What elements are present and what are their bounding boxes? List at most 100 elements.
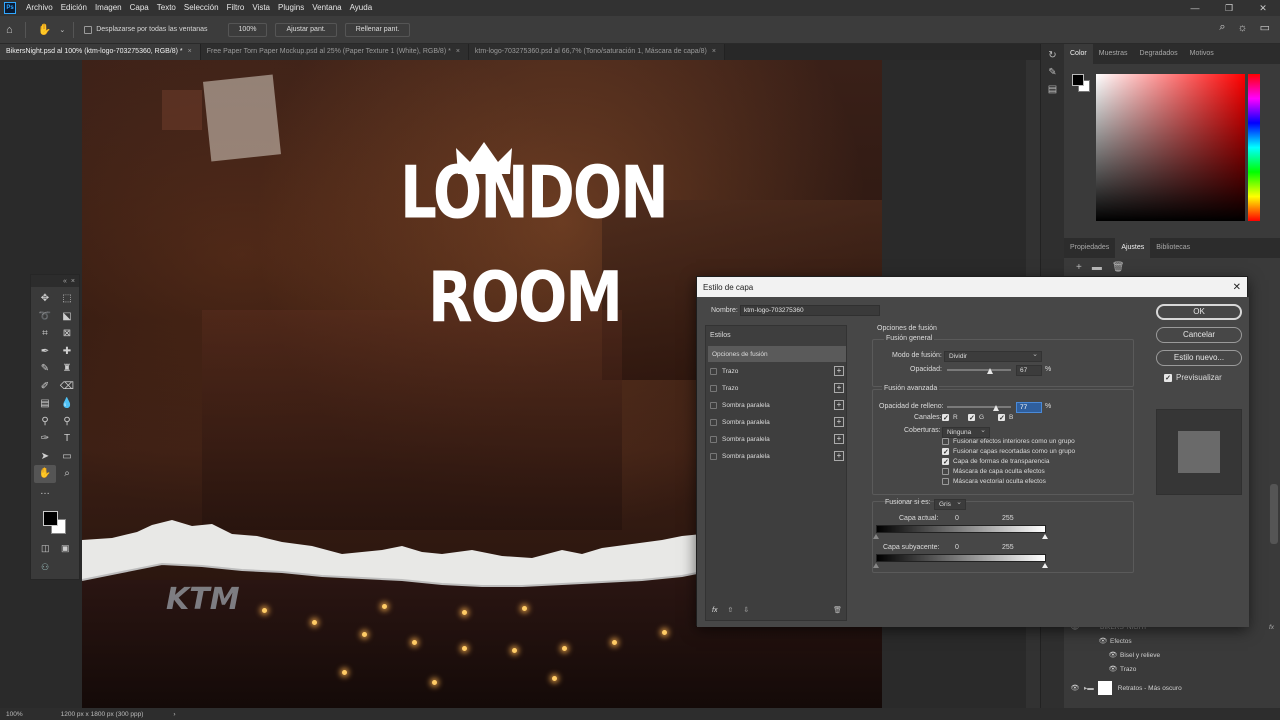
- current-layer-black-marker[interactable]: [873, 534, 879, 539]
- tab-patterns[interactable]: Motivos: [1184, 44, 1220, 64]
- layer-effect-row[interactable]: 👁 Bisel y relieve: [1064, 648, 1280, 662]
- frame-tool-icon[interactable]: ⊠: [56, 325, 78, 343]
- fit-screen-button[interactable]: Ajustar pant.: [275, 22, 337, 37]
- stamp-tool-icon[interactable]: ♜: [56, 360, 78, 378]
- share-icon[interactable]: ⚇: [41, 562, 49, 573]
- home-icon[interactable]: ⌂: [0, 24, 19, 36]
- style-row[interactable]: Trazo +: [706, 380, 848, 396]
- dodge-tool-icon[interactable]: ⚲: [34, 413, 56, 431]
- menu-imagen[interactable]: Imagen: [91, 0, 126, 16]
- tab-adjustments[interactable]: Ajustes: [1115, 238, 1151, 258]
- history-icon[interactable]: ↻: [1041, 50, 1064, 61]
- preview-checkbox[interactable]: [1164, 373, 1172, 382]
- underlying-layer-gradient[interactable]: [876, 554, 1046, 562]
- hue-slider[interactable]: [1248, 74, 1260, 221]
- close-icon[interactable]: ✕: [1246, 0, 1280, 16]
- arrow-down-icon[interactable]: ⇩: [743, 606, 749, 614]
- marquee-tool-icon[interactable]: ⬚: [56, 290, 78, 308]
- trash-icon[interactable]: 🗑: [833, 606, 842, 614]
- more-tools-icon[interactable]: …: [34, 483, 56, 501]
- trash-icon[interactable]: 🗑: [1112, 262, 1125, 273]
- minimize-icon[interactable]: —: [1178, 0, 1212, 16]
- close-icon[interactable]: ×: [712, 48, 716, 55]
- menu-plugins[interactable]: Plugins: [274, 0, 308, 16]
- add-style-icon[interactable]: +: [834, 400, 844, 410]
- add-style-icon[interactable]: +: [834, 417, 844, 427]
- advanced-option[interactable]: Capa de formas de transparencia: [942, 458, 1049, 465]
- arrow-up-icon[interactable]: ⇧: [727, 606, 733, 614]
- advanced-option[interactable]: Fusionar efectos interiores como un grup…: [942, 438, 1075, 445]
- opacity-input[interactable]: 67: [1016, 365, 1042, 376]
- style-checkbox[interactable]: [710, 367, 717, 375]
- layer-name-input[interactable]: ktm-logo-703275360: [740, 305, 880, 316]
- advanced-option-checkbox[interactable]: [942, 458, 949, 465]
- hand-tool-icon[interactable]: ✋: [34, 465, 56, 483]
- folder-icon[interactable]: ▬: [1092, 262, 1102, 273]
- preview-toggle[interactable]: Previsualizar: [1164, 373, 1222, 382]
- blur-tool-icon[interactable]: 💧: [56, 395, 78, 413]
- new-style-button[interactable]: Estilo nuevo...: [1156, 350, 1242, 366]
- eye-icon[interactable]: 👁: [1070, 684, 1080, 692]
- eye-icon[interactable]: 👁: [1108, 651, 1118, 659]
- color-picker-field[interactable]: [1096, 74, 1245, 221]
- tab-swatches[interactable]: Muestras: [1093, 44, 1134, 64]
- color-swatches[interactable]: [43, 511, 69, 537]
- zoom-readout[interactable]: 100%: [6, 711, 23, 718]
- tab-paper-mockup[interactable]: Free Paper Torn Paper Mockup.psd al 25% …: [200, 44, 469, 60]
- underlying-layer-white-marker[interactable]: [1042, 563, 1048, 568]
- lightbulb-icon[interactable]: ☼: [1238, 22, 1248, 34]
- opacity-slider-thumb[interactable]: [986, 368, 993, 374]
- menu-vista[interactable]: Vista: [248, 0, 274, 16]
- style-row[interactable]: Sombra paralela +: [706, 414, 848, 430]
- close-icon[interactable]: ×: [456, 48, 460, 55]
- styles-header[interactable]: Estilos: [710, 332, 731, 339]
- history-brush-icon[interactable]: ✐: [34, 378, 56, 396]
- advanced-option[interactable]: Máscara vectorial oculta efectos: [942, 478, 1046, 485]
- tab-properties[interactable]: Propiedades: [1064, 238, 1115, 258]
- collapse-icon[interactable]: «: [63, 278, 67, 285]
- menu-archivo[interactable]: Archivo: [22, 0, 57, 16]
- screen-mode-icon[interactable]: ▣: [61, 543, 70, 554]
- brush-tool-icon[interactable]: ✎: [34, 360, 56, 378]
- fill-opacity-slider-thumb[interactable]: [993, 405, 1000, 411]
- object-select-tool-icon[interactable]: ⬕: [56, 308, 78, 326]
- current-layer-white-marker[interactable]: [1042, 534, 1048, 539]
- style-checkbox[interactable]: [710, 401, 717, 409]
- chevron-down-icon[interactable]: ⌄: [57, 26, 67, 34]
- channel-r-checkbox[interactable]: [942, 414, 949, 421]
- style-checkbox[interactable]: [710, 452, 717, 460]
- tab-color[interactable]: Color: [1064, 44, 1093, 64]
- fill-opacity-slider[interactable]: [947, 406, 1011, 408]
- advanced-option-checkbox[interactable]: [942, 438, 949, 445]
- layer-row[interactable]: 👁 ▸▬ Retratos - Más oscuro: [1064, 680, 1280, 696]
- menu-texto[interactable]: Texto: [153, 0, 180, 16]
- style-checkbox[interactable]: [710, 418, 717, 426]
- eye-icon[interactable]: 👁: [1098, 637, 1108, 645]
- scroll-all-checkbox[interactable]: [84, 25, 93, 34]
- add-style-icon[interactable]: +: [834, 366, 844, 376]
- style-row[interactable]: Trazo +: [706, 363, 848, 379]
- rectangle-tool-icon[interactable]: ▭: [56, 448, 78, 466]
- healing-tool-icon[interactable]: ✚: [56, 343, 78, 361]
- chevron-right-icon[interactable]: ›: [173, 711, 175, 718]
- style-row[interactable]: Sombra paralela +: [706, 397, 848, 413]
- ok-button[interactable]: OK: [1156, 304, 1242, 320]
- zoom-tool-icon[interactable]: ⌕: [56, 465, 78, 483]
- cancel-button[interactable]: Cancelar: [1156, 327, 1242, 343]
- close-icon[interactable]: ×: [188, 48, 192, 55]
- eyedropper-tool-icon[interactable]: ✒: [34, 343, 56, 361]
- style-row[interactable]: Sombra paralela +: [706, 431, 848, 447]
- opacity-slider[interactable]: [947, 369, 1011, 371]
- comments-icon[interactable]: ▤: [1041, 84, 1064, 95]
- menu-seleccion[interactable]: Selección: [180, 0, 223, 16]
- burn-tool-icon[interactable]: ⚲: [56, 413, 78, 431]
- layer-effect-row[interactable]: 👁 Trazo: [1064, 662, 1280, 676]
- zoom-100-button[interactable]: 100%: [227, 22, 268, 37]
- type-tool-icon[interactable]: T: [56, 430, 78, 448]
- eraser-tool-icon[interactable]: ⌫: [56, 378, 78, 396]
- advanced-option-checkbox[interactable]: [942, 468, 949, 475]
- knockout-select[interactable]: Ninguna: [942, 426, 990, 438]
- channel-r[interactable]: R: [942, 414, 958, 421]
- blend-mode-select[interactable]: Dividir: [944, 350, 1042, 362]
- fx-icon[interactable]: fx: [712, 607, 717, 614]
